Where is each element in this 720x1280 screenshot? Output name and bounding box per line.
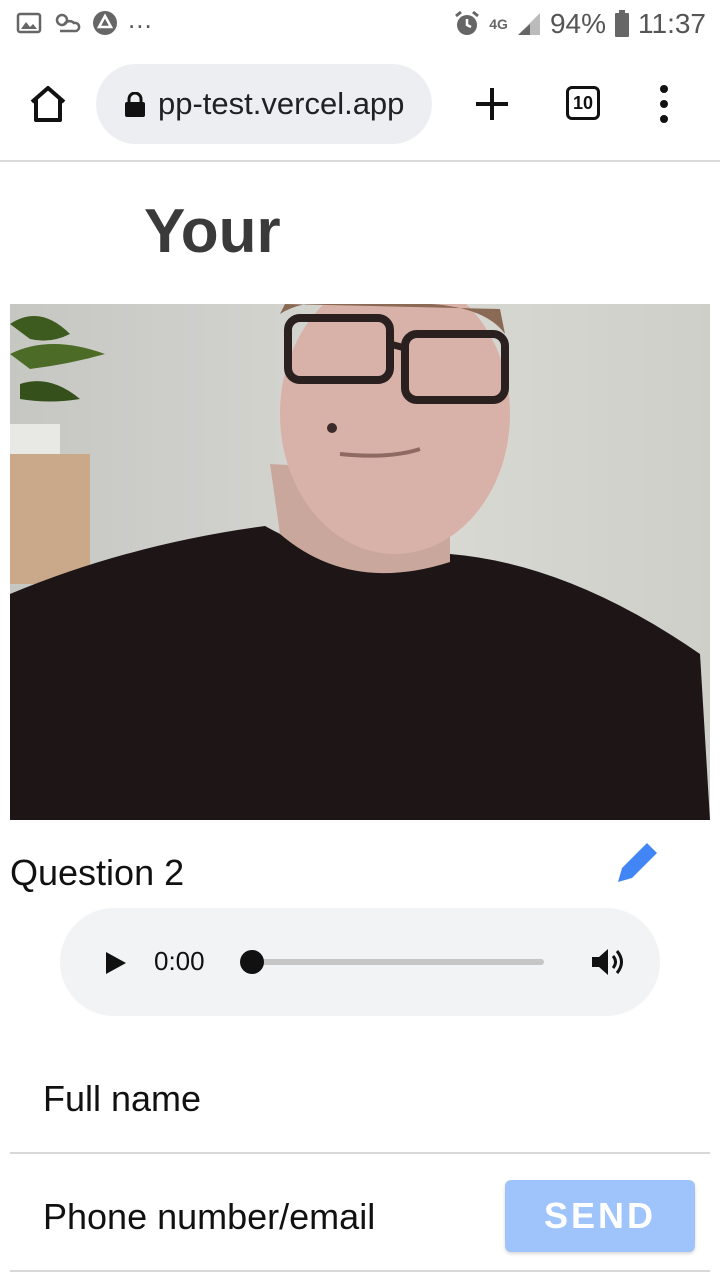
page-title: Your	[144, 197, 281, 266]
battery-percent: 94%	[549, 8, 606, 39]
audio-player: 0:00	[60, 908, 660, 1016]
full-name-placeholder: Full name	[43, 1078, 202, 1119]
send-button[interactable]: SEND	[505, 1180, 695, 1252]
browser-toolbar: pp-test.vercel.app 10	[0, 50, 720, 162]
audio-seek-thumb[interactable]	[240, 950, 264, 974]
gallery-icon	[16, 12, 42, 34]
weather-icon	[55, 13, 81, 33]
alarm-icon	[455, 10, 480, 35]
pencil-icon	[618, 840, 660, 882]
question-label: Question 2	[10, 852, 185, 893]
volume-button[interactable]	[590, 946, 626, 978]
browser-menu-button[interactable]	[650, 84, 678, 124]
play-button[interactable]	[100, 948, 130, 978]
more-vert-icon	[660, 85, 668, 123]
play-icon	[106, 952, 126, 974]
video-preview[interactable]	[10, 304, 710, 820]
contact-placeholder: Phone number/email	[43, 1196, 376, 1237]
address-bar[interactable]: pp-test.vercel.app	[96, 64, 432, 144]
audio-current-time: 0:00	[154, 946, 205, 976]
plus-icon	[476, 88, 508, 120]
status-bar-left: ...	[16, 4, 153, 36]
home-button[interactable]	[24, 80, 72, 128]
volume-icon	[592, 949, 623, 975]
audio-seek-bar[interactable]	[250, 959, 544, 965]
tab-switcher-button[interactable]: 10	[566, 86, 600, 120]
drive-icon	[93, 11, 117, 35]
clock: 11:37	[638, 8, 706, 39]
lock-icon	[125, 92, 145, 117]
full-name-field[interactable]: Full name	[10, 1052, 710, 1154]
video-frame	[10, 304, 710, 820]
signal-icon	[517, 13, 540, 35]
status-bar-right: 4G 94% 11:37	[453, 8, 706, 40]
battery-icon	[615, 10, 629, 37]
home-icon	[30, 86, 66, 122]
more-notifications: ...	[128, 3, 153, 34]
network-type: 4G	[489, 16, 508, 32]
edit-button[interactable]	[612, 838, 662, 888]
new-tab-button[interactable]	[470, 82, 514, 126]
url-text: pp-test.vercel.app	[158, 86, 405, 121]
status-bar: ... 4G 94% 11:37	[0, 0, 720, 50]
